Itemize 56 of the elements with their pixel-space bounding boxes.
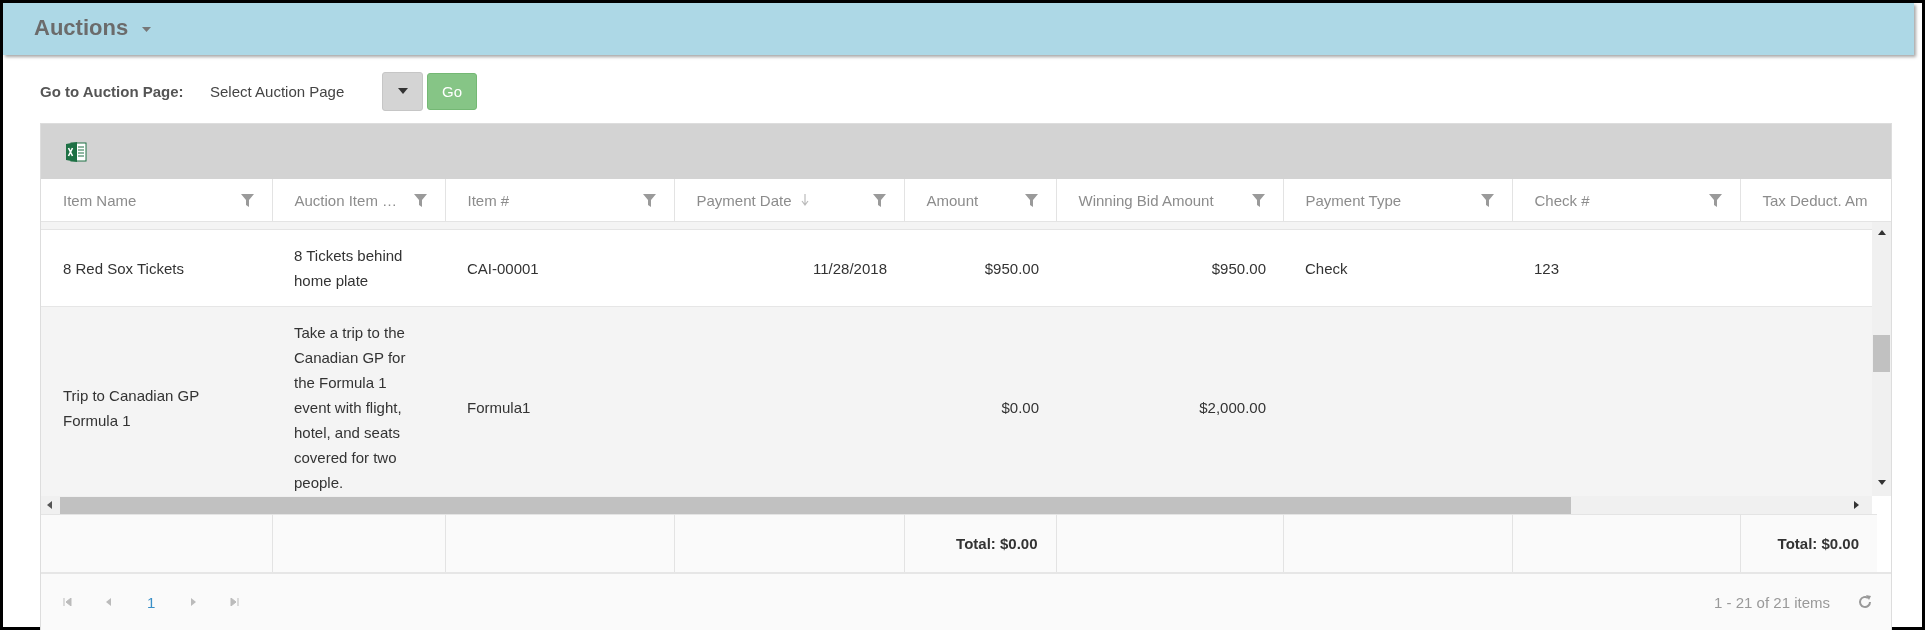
table-cell: CAI-00001 xyxy=(467,259,539,277)
page-title[interactable]: Auctions xyxy=(34,0,129,41)
previous-page-icon[interactable] xyxy=(105,598,114,606)
horizontal-scrollbar[interactable] xyxy=(41,496,1872,514)
column-header[interactable]: Payment Type xyxy=(1283,179,1512,221)
table-cell: $950.00 xyxy=(984,259,1039,277)
table-cell: $2,000.00 xyxy=(1199,399,1266,416)
scroll-down-icon[interactable] xyxy=(1877,480,1886,485)
filter-icon[interactable] xyxy=(1708,193,1722,207)
table-cell: 8 Tickets behind home plate xyxy=(294,247,403,289)
first-page-icon[interactable] xyxy=(63,598,72,606)
table-cell: 8 Red Sox Tickets xyxy=(63,259,184,277)
page-link[interactable]: 1 xyxy=(147,593,156,611)
column-header[interactable]: Item Name xyxy=(41,179,272,221)
column-header[interactable]: Tax Deduct. Am xyxy=(1740,179,1877,221)
column-header[interactable]: Item # xyxy=(445,179,674,221)
scroll-thumb[interactable] xyxy=(1873,335,1890,372)
filter-icon[interactable] xyxy=(642,193,656,207)
table-cell: Check xyxy=(1305,259,1348,277)
total-label: Total: $0.00 xyxy=(956,535,1038,552)
vertical-scrollbar[interactable] xyxy=(1872,222,1891,496)
spreadsheet-icon[interactable] xyxy=(65,140,87,163)
filter-icon[interactable] xyxy=(1480,193,1494,207)
pager-info: 1 - 21 of 21 items xyxy=(1714,593,1830,611)
table-cell: Trip to Canadian GP Formula 1 xyxy=(63,386,199,429)
column-header[interactable]: Winning Bid Amount xyxy=(1056,179,1283,221)
column-header[interactable]: Auction Item … xyxy=(272,179,445,221)
dropdown-button[interactable] xyxy=(382,71,423,111)
total-label: Total: $0.00 xyxy=(1777,535,1859,552)
table-cell: Formula1 xyxy=(467,399,531,416)
scroll-thumb[interactable] xyxy=(60,496,1571,514)
refresh-icon[interactable] xyxy=(1857,594,1873,610)
table-cell: $950.00 xyxy=(1211,259,1266,277)
go-button[interactable]: Go xyxy=(427,72,477,110)
scroll-left-icon[interactable] xyxy=(47,501,52,509)
next-page-icon[interactable] xyxy=(188,598,198,606)
auction-page-select[interactable]: Select Auction Page xyxy=(210,82,382,100)
table-cell: 123 xyxy=(1534,259,1560,277)
sort-arrow-icon[interactable] xyxy=(800,194,809,206)
scroll-right-icon[interactable] xyxy=(1854,501,1859,509)
filter-icon[interactable] xyxy=(872,193,886,207)
table-cell: Take a trip to the Canadian GP for the Formula 1 event with flight, hotel, and seats covered for two people. xyxy=(294,324,406,491)
table-cell: $0.00 xyxy=(1001,399,1039,416)
caret-icon xyxy=(397,88,408,94)
column-header[interactable]: Amount xyxy=(904,179,1056,221)
last-page-icon[interactable] xyxy=(230,598,240,606)
column-header[interactable]: Check # xyxy=(1512,179,1740,221)
caret-icon[interactable] xyxy=(142,26,152,32)
column-header[interactable]: Payment Date xyxy=(674,179,904,221)
filter-icon[interactable] xyxy=(1251,193,1265,207)
filter-icon[interactable] xyxy=(1024,193,1038,207)
filter-icon[interactable] xyxy=(413,193,427,207)
picker-label: Go to Auction Page: xyxy=(40,82,185,100)
table-cell: 11/28/2018 xyxy=(813,259,887,277)
filter-icon[interactable] xyxy=(240,193,254,207)
scroll-up-icon[interactable] xyxy=(1877,230,1886,235)
